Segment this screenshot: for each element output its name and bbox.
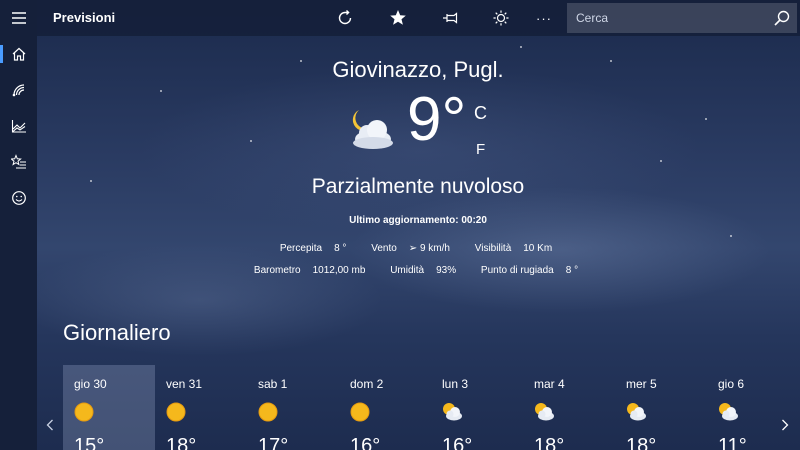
humidity-label: Umidità (390, 265, 425, 276)
title-bar: Previsioni ··· (37, 0, 800, 36)
scroll-left-button[interactable] (43, 417, 57, 433)
sidebar-item-historical[interactable] (0, 108, 37, 144)
sun-icon (166, 402, 186, 422)
day-name: lun 3 (442, 377, 469, 391)
daily-section-title: Giornaliero (63, 320, 171, 345)
app-title: Previsioni (53, 10, 116, 25)
celsius-toggle[interactable]: C (474, 103, 487, 124)
partly-cloudy-icon (443, 403, 462, 421)
sun-icon (74, 402, 94, 422)
last-updated: Ultimo aggiornamento: 00:20 (349, 215, 487, 226)
hamburger-menu-button[interactable] (0, 0, 37, 36)
day-name: gio 6 (718, 377, 745, 391)
day-name: ven 31 (166, 377, 203, 391)
refresh-button[interactable] (335, 8, 355, 28)
day-tile[interactable]: lun 3 16° (431, 365, 523, 450)
day-name: mer 5 (626, 377, 657, 391)
fahrenheit-toggle[interactable]: F (476, 141, 485, 158)
day-temperature: 18° (534, 435, 565, 450)
partly-cloudy-icon (719, 403, 738, 421)
pin-button[interactable] (441, 8, 461, 28)
chevron-left-icon (46, 419, 53, 431)
day-temperature: 17° (258, 435, 289, 450)
radar-icon (12, 84, 24, 97)
day-tile[interactable]: gio 30 15° (63, 365, 155, 450)
day-temperature: 11° (718, 435, 747, 450)
pressure-value: 1012,00 mb (312, 265, 366, 276)
daily-forecast-strip: gio 30 15° ven 31 18° sab 1 17° dom 2 16… (63, 365, 783, 450)
dewpoint-value: 8 ° (565, 265, 579, 276)
day-tile[interactable]: gio 6 11° (707, 365, 799, 450)
feels-like-label: Percepita (279, 243, 323, 254)
day-tile[interactable]: ven 31 18° (155, 365, 247, 450)
pin-icon (443, 12, 458, 24)
partly-cloudy-night-icon (352, 110, 393, 149)
weather-condition: Parzialmente nuvoloso (311, 175, 525, 198)
search-input[interactable] (567, 4, 757, 32)
day-temperature: 15° (74, 435, 105, 450)
humidity-value: 93% (436, 265, 457, 276)
sun-icon (350, 402, 370, 422)
day-name: sab 1 (258, 377, 288, 391)
wind-value: ➢ 9 km/h (408, 243, 450, 254)
details-row-2: Barometro 1012,00 mb Umidità 93% Punto di … (0, 265, 800, 276)
refresh-icon (338, 9, 352, 25)
chart-icon (11, 120, 26, 133)
hamburger-icon (11, 12, 26, 24)
day-name: dom 2 (350, 377, 384, 391)
theme-button[interactable] (491, 8, 511, 28)
day-tile[interactable]: sab 1 17° (247, 365, 339, 450)
day-tile[interactable]: dom 2 16° (339, 365, 431, 450)
location-name: Giovinazzo, Pugl. (332, 57, 504, 82)
favorite-button[interactable] (388, 8, 408, 28)
feels-like-value: 8 ° (334, 243, 347, 254)
search-box[interactable] (567, 3, 797, 33)
visibility-value: 10 Km (523, 243, 553, 254)
more-icon: ··· (536, 10, 552, 26)
current-temperature: 9° (407, 85, 467, 154)
day-name: mar 4 (534, 377, 565, 391)
sun-icon (258, 402, 278, 422)
day-temperature: 18° (626, 435, 657, 450)
wind-label: Vento (371, 243, 397, 254)
day-temperature: 18° (166, 435, 197, 450)
search-icon[interactable] (773, 9, 791, 27)
visibility-label: Visibilità (474, 243, 512, 254)
day-temperature: 16° (350, 435, 381, 450)
day-name: gio 30 (74, 377, 107, 391)
partly-cloudy-icon (535, 403, 554, 421)
sun-icon (493, 10, 509, 26)
star-list-icon (10, 154, 26, 169)
more-button[interactable]: ··· (534, 8, 554, 28)
partly-cloudy-icon (627, 403, 646, 421)
pressure-label: Barometro (253, 265, 301, 276)
day-tile[interactable]: mar 4 18° (523, 365, 615, 450)
dewpoint-label: Punto di rugiada (480, 265, 554, 276)
day-tile[interactable]: mer 5 18° (615, 365, 707, 450)
star-icon (390, 10, 406, 25)
day-temperature: 16° (442, 435, 473, 450)
details-row-1: Percepita 8 ° Vento ➢ 9 km/h Visibilità 10 … (0, 243, 800, 254)
